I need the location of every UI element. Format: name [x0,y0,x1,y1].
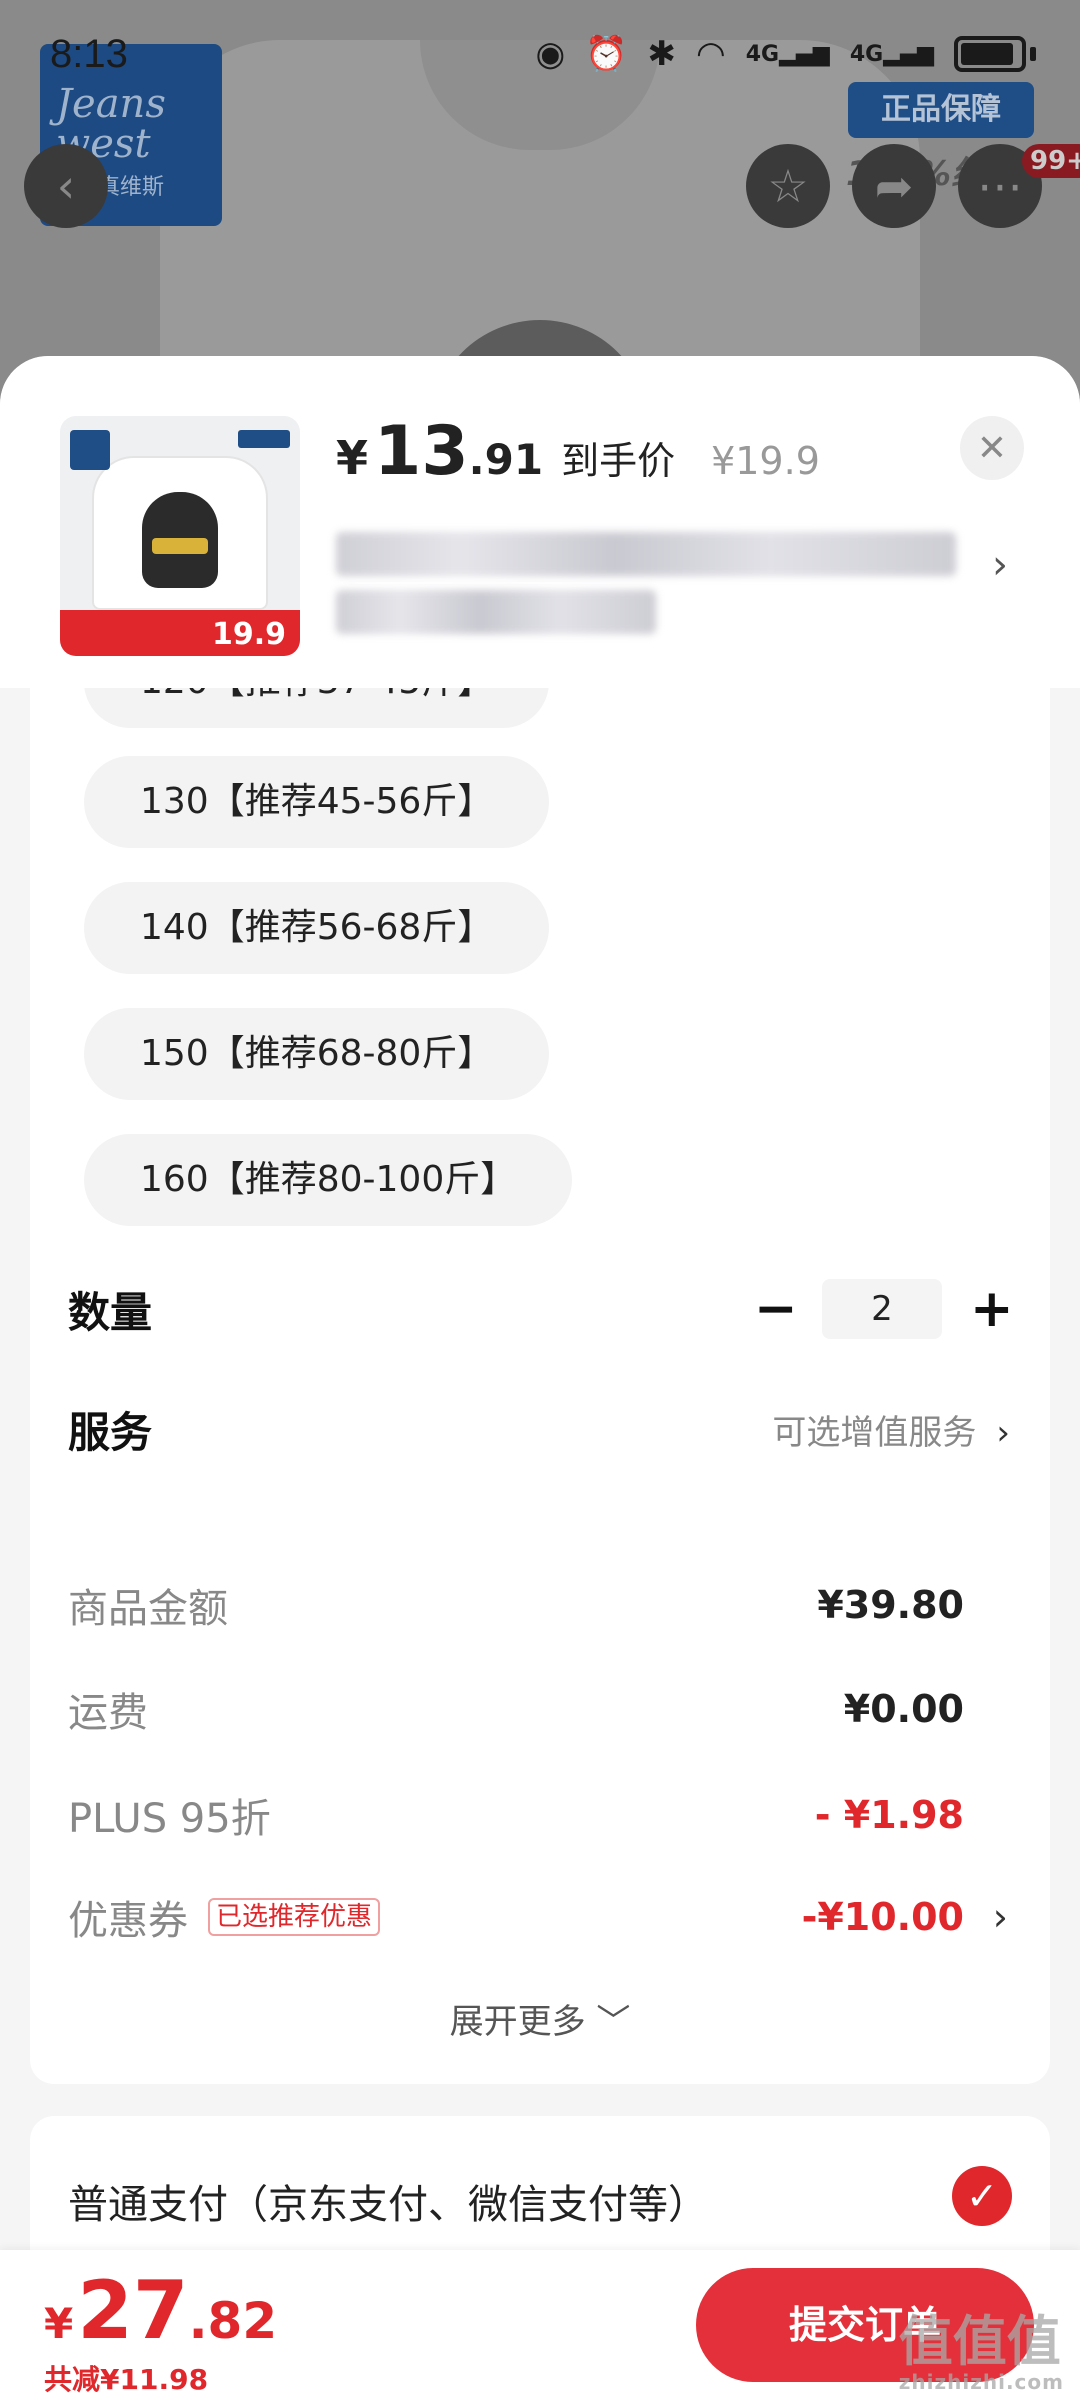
thumbnail-badge [238,430,290,448]
detail-label: PLUS 95折 [68,1796,271,1842]
blurred-line [336,532,956,576]
close-icon: ✕ [976,427,1008,469]
detail-value: - ¥1.98 [814,1793,964,1837]
detail-value: ¥39.80 [817,1583,964,1627]
quantity-input[interactable]: 2 [822,1279,942,1339]
share-icon: ➦ [874,159,914,213]
detail-row-shipping: 运费 ¥0.00 [68,1674,1012,1744]
expand-more-button[interactable]: 展开更多 ﹀ [30,1994,1050,2043]
total-integer: 27 [77,2264,189,2357]
original-price: ¥19.9 [711,439,820,483]
signal-icon-2: 4G▂▄▆ [849,41,934,67]
status-icons: ◉ ⏰ ✱ ◠ 4G▂▄▆ 4G▂▄▆ [536,34,1036,74]
wifi-icon: ◠ [696,34,726,74]
checkout-bar: ¥ 27 .82 共减¥11.98 提交订单 值值值 zhizhizhi.com [0,2250,1080,2400]
price-details-card: 商品金额 ¥39.80 运费 ¥0.00 PLUS 95折 - ¥1.98 优惠… [30,1532,1050,2084]
eye-icon: ◉ [535,34,566,74]
quantity-stepper: − 2 + [754,1279,1014,1339]
detail-label: 运费 [68,1690,148,1736]
battery-cap [1030,47,1036,61]
price-integer: 13 [374,412,469,491]
product-thumbnail[interactable]: 19.9 [60,416,300,656]
total-symbol: ¥ [44,2299,74,2348]
brand-logo-cn: 真维斯 [98,175,165,200]
size-option[interactable]: 120【推荐37-45斤】 [84,688,550,728]
detail-value: -¥10.00 [801,1895,964,1939]
blurred-line [336,590,656,634]
total-price: ¥ 27 .82 [44,2264,277,2357]
service-label: 服务 [68,1407,153,1457]
total-decimal: .82 [188,2292,278,2350]
detail-label: 优惠券 [68,1898,188,1944]
increase-button[interactable]: + [970,1283,1014,1335]
notification-badge: 99+ [1022,144,1080,178]
quantity-label: 数量 [68,1287,153,1337]
product-title-blurred[interactable] [336,532,956,648]
close-button[interactable]: ✕ [960,416,1024,480]
coupon-tag: 已选推荐优惠 [208,1898,381,1936]
battery-icon [954,36,1026,72]
signal-icon-1: 4G▂▄▆ [745,41,830,67]
size-option[interactable]: 160【推荐80-100斤】 [84,1134,573,1226]
size-option[interactable]: 130【推荐45-56斤】 [84,756,550,848]
more-icon: ⋯ [977,159,1023,213]
chevron-right-icon: › [992,1895,1008,1939]
watermark: 值值值 zhizhizhi.com [898,2310,1064,2394]
status-time: 8:13 [50,32,128,76]
sheet-header: 19.9 ¥ 13 .91 到手价 ¥19.9 ✕ › [0,356,1080,688]
size-option[interactable]: 140【推荐56-68斤】 [84,882,550,974]
favorite-button[interactable]: ☆ [746,144,830,228]
detail-label: 商品金额 [68,1586,228,1632]
status-bar: 8:13 ◉ ⏰ ✱ ◠ 4G▂▄▆ 4G▂▄▆ [0,0,1080,110]
back-button[interactable]: ‹ [24,144,108,228]
price-row: ¥ 13 .91 到手价 ¥19.9 [336,412,820,491]
chevron-right-icon: › [996,1412,1010,1453]
bluetooth-icon: ✱ [647,34,677,74]
service-row[interactable]: 服务 可选增值服务 › [30,1384,1050,1474]
alarm-icon: ⏰ [585,34,628,74]
payment-method-label[interactable]: 普通支付（京东支付、微信支付等） [68,2172,708,2230]
service-value: 可选增值服务 › [772,1412,1010,1453]
detail-row-plus-discount: PLUS 95折 - ¥1.98 [68,1780,1012,1850]
check-icon[interactable]: ✓ [952,2166,1012,2226]
thumbnail-logo [70,430,110,470]
price-symbol: ¥ [336,431,369,485]
size-option[interactable]: 150【推荐68-80斤】 [84,1008,550,1100]
total-saving: 共减¥11.98 [44,2363,209,2396]
price-label: 到手价 [561,439,676,483]
price-decimal: .91 [468,435,544,484]
share-button[interactable]: ➦ [852,144,936,228]
decrease-button[interactable]: − [754,1283,798,1335]
detail-row-goods: 商品金额 ¥39.80 [68,1570,1012,1640]
purchase-sheet: 19.9 ¥ 13 .91 到手价 ¥19.9 ✕ › 120【推荐37-45斤… [0,356,1080,2400]
detail-value: ¥0.00 [843,1687,964,1731]
back-icon: ‹ [56,159,76,213]
chevron-right-icon[interactable]: › [992,542,1008,588]
thumbnail-print [142,492,218,588]
detail-row-coupon[interactable]: 优惠券 已选推荐优惠 -¥10.00 › [68,1882,1012,1952]
star-icon: ☆ [767,159,809,213]
quantity-row: 数量 − 2 + [30,1264,1050,1354]
thumbnail-price: 19.9 [211,617,286,652]
